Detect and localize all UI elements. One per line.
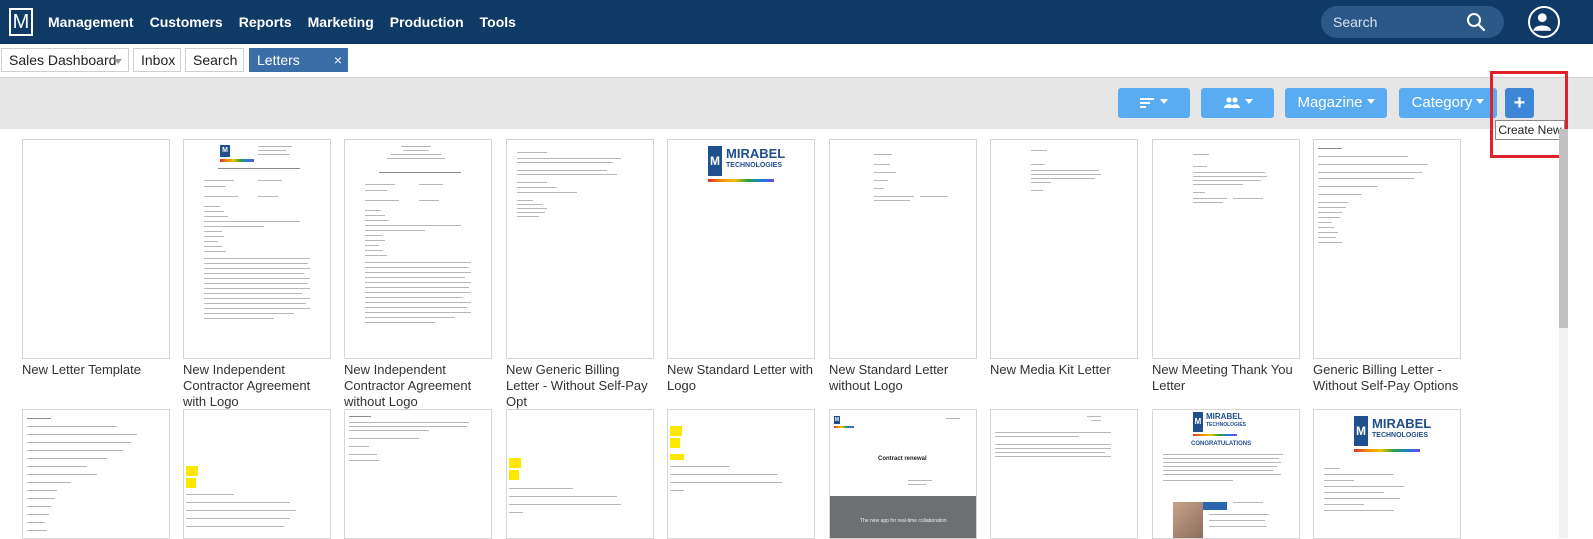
create-new-button[interactable]: + xyxy=(1505,88,1534,118)
user-avatar[interactable] xyxy=(1528,6,1560,38)
template-title: Generic Billing Letter - Without Self-Pa… xyxy=(1313,362,1459,393)
search-icon[interactable] xyxy=(1466,12,1486,32)
users-icon xyxy=(1223,97,1240,109)
template-thumbnail xyxy=(506,139,654,359)
user-icon xyxy=(1533,13,1551,31)
sort-button[interactable] xyxy=(1118,88,1190,118)
template-thumbnail xyxy=(183,409,331,539)
template-thumbnail xyxy=(1152,139,1300,359)
template-title: New Independent Contractor Agreement wit… xyxy=(344,362,472,409)
template-title: New Independent Contractor Agreement wit… xyxy=(183,362,311,409)
template-title: New Meeting Thank You Letter xyxy=(1152,362,1293,393)
workspace-tabs: Sales Dashboard Inbox Search Letters × xyxy=(0,44,1593,76)
template-thumbnail: M MIRABEL TECHNOLOGIES xyxy=(1313,409,1461,539)
template-thumbnail xyxy=(506,409,654,539)
menu-reports[interactable]: Reports xyxy=(239,0,292,44)
tab-inbox[interactable]: Inbox xyxy=(133,48,181,72)
template-thumbnail xyxy=(667,409,815,539)
tab-search[interactable]: Search xyxy=(185,48,244,72)
chevron-down-icon xyxy=(1366,98,1375,104)
template-thumbnail: M Contract renewal The new app for real-… xyxy=(829,409,977,539)
template-thumbnail: M xyxy=(183,139,331,359)
users-filter-button[interactable] xyxy=(1201,88,1274,118)
menu-management[interactable]: Management xyxy=(48,0,134,44)
template-title: New Standard Letter with Logo xyxy=(667,362,813,393)
menu-customers[interactable]: Customers xyxy=(150,0,223,44)
template-thumbnail xyxy=(990,409,1138,539)
chevron-down-icon xyxy=(1160,98,1168,104)
menu-tools[interactable]: Tools xyxy=(480,0,516,44)
template-thumbnail xyxy=(22,139,170,359)
template-thumbnail xyxy=(344,139,492,359)
tab-letters-label: Letters xyxy=(257,52,300,68)
dashboard-select-label: Sales Dashboard xyxy=(9,52,117,68)
chevron-down-icon xyxy=(1476,98,1485,104)
template-thumbnail: M MIRABEL TECHNOLOGIES CONGRATULATIONS xyxy=(1152,409,1300,539)
template-title: New Letter Template xyxy=(22,362,141,377)
category-filter-label: Category xyxy=(1411,94,1473,111)
close-icon[interactable]: × xyxy=(334,49,342,71)
search-input[interactable] xyxy=(1333,12,1463,32)
chevron-down-icon xyxy=(114,59,122,64)
magazine-filter-button[interactable]: Magazine xyxy=(1285,88,1387,118)
magazine-filter-label: Magazine xyxy=(1297,94,1363,111)
template-thumbnail xyxy=(829,139,977,359)
tab-letters[interactable]: Letters × xyxy=(249,48,348,72)
template-title: New Generic Billing Letter - Without Sel… xyxy=(506,362,648,409)
template-thumbnail: M MIRABEL TECHNOLOGIES xyxy=(667,139,815,359)
template-thumbnail xyxy=(990,139,1138,359)
template-thumbnail xyxy=(344,409,492,539)
top-nav: M Management Customers Reports Marketing… xyxy=(0,0,1593,44)
letters-toolbar: Magazine Category + xyxy=(0,77,1593,129)
template-thumbnail xyxy=(22,409,170,539)
menu-marketing[interactable]: Marketing xyxy=(308,0,374,44)
main-menu: Management Customers Reports Marketing P… xyxy=(48,0,516,44)
template-title: New Standard Letter without Logo xyxy=(829,362,949,393)
template-thumbnail xyxy=(1313,139,1461,359)
app-logo[interactable]: M xyxy=(9,8,33,36)
menu-production[interactable]: Production xyxy=(390,0,464,44)
dashboard-select[interactable]: Sales Dashboard xyxy=(1,48,129,72)
sort-icon xyxy=(1140,98,1154,109)
template-title: New Media Kit Letter xyxy=(990,362,1111,377)
category-filter-button[interactable]: Category xyxy=(1399,88,1497,118)
chevron-down-icon xyxy=(1244,98,1253,104)
scrollbar-thumb[interactable] xyxy=(1559,129,1568,328)
create-new-tooltip: Create New xyxy=(1495,120,1565,140)
